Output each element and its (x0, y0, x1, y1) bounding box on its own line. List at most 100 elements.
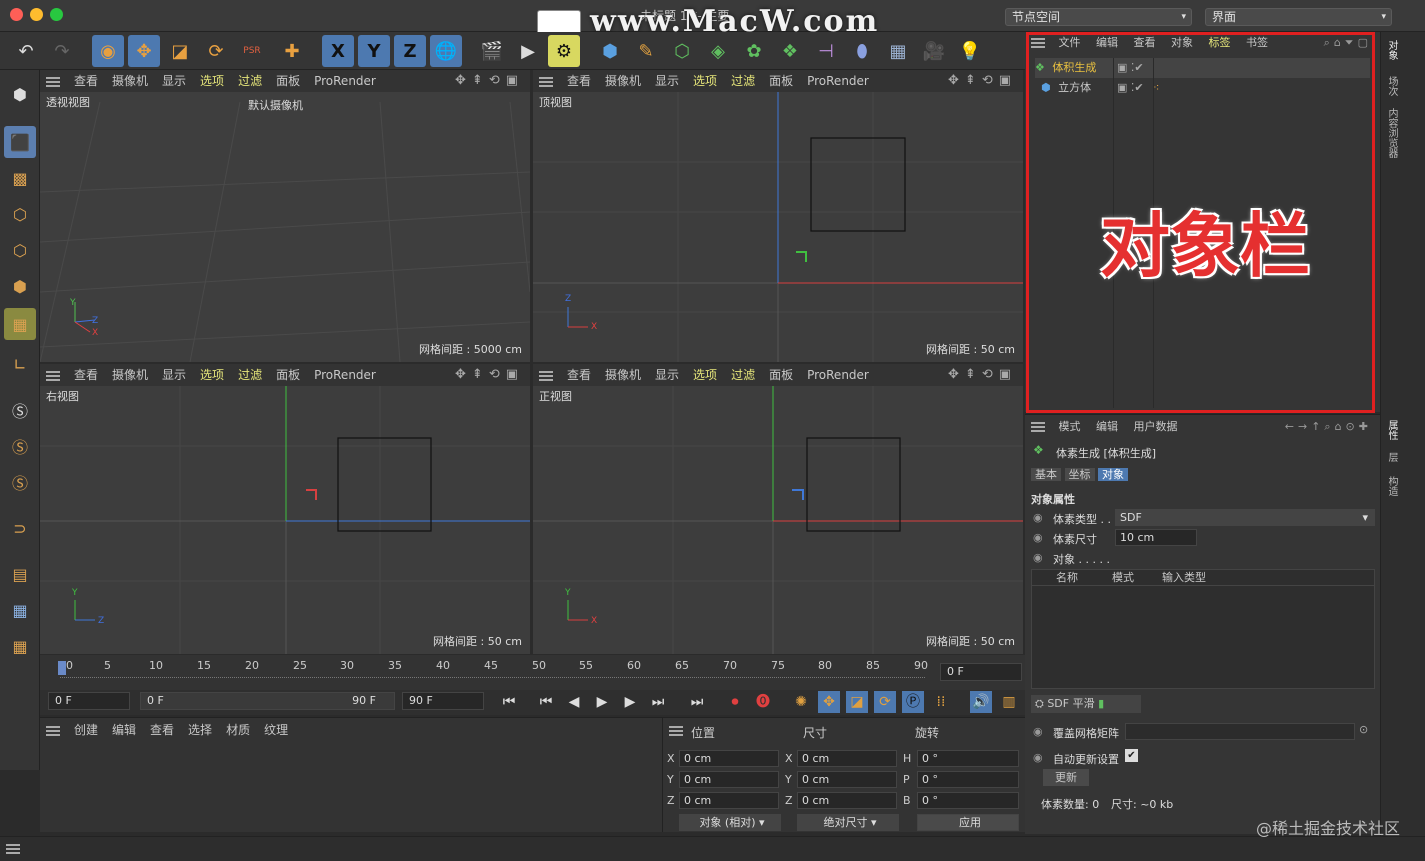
workplane-mode-button[interactable]: ▦ (4, 630, 36, 662)
move-tool-button[interactable]: ✥ (128, 35, 160, 67)
subdivision-button[interactable]: ⬡ (666, 35, 698, 67)
auto-update-checkbox[interactable]: ✔ (1125, 749, 1138, 762)
size-y-field[interactable]: 0 cm (797, 771, 897, 788)
redo-button[interactable]: ↷ (46, 35, 78, 67)
coordinate-mode-select[interactable]: 对象 (相对) ▾ (679, 814, 781, 831)
viewport-nav-icons[interactable]: ✥⇞⟲▣ (455, 367, 524, 382)
tab-structure-side[interactable]: 构造 (1384, 476, 1399, 496)
rotation-p-field[interactable]: 0 ° (917, 771, 1019, 788)
menu-view[interactable]: 查看 (567, 368, 591, 382)
camera-button[interactable]: 🎥 (918, 35, 950, 67)
menu-display[interactable]: 显示 (655, 74, 679, 88)
autokey-button[interactable]: ⓿ (752, 691, 774, 713)
play-button[interactable]: ▶ (591, 691, 613, 713)
sound-button[interactable]: 🔊 (970, 691, 992, 713)
goto-end-button[interactable]: ⏭ (686, 691, 708, 713)
next-key-button[interactable]: ⏭ (647, 691, 669, 713)
axis-mode-button[interactable]: ∟ (4, 348, 36, 380)
magnet-button[interactable]: ⊃ (4, 512, 36, 544)
menu-texture[interactable]: 纹理 (264, 723, 288, 737)
record-button[interactable]: ⏺ (724, 691, 746, 713)
coordinate-system-button[interactable]: 🌐 (430, 35, 462, 67)
make-editable-button[interactable]: ⬢ (4, 78, 36, 110)
viewport-nav-icons[interactable]: ✥⇞⟲▣ (948, 73, 1017, 88)
viewport-front[interactable]: 查看 摄像机 显示 选项 过滤 面板 ProRender ✥⇞⟲▣ 正视图 Y X 网格间距… (533, 364, 1023, 654)
objects-list[interactable]: 名称 模式 输入类型 (1031, 569, 1375, 689)
camera-label[interactable]: 默认摄像机 (248, 97, 303, 113)
menu-mode[interactable]: 模式 (1059, 420, 1081, 433)
tab-layers-side[interactable]: 层 (1384, 452, 1399, 462)
menu-edit[interactable]: 编辑 (112, 723, 136, 737)
pen-button[interactable]: ✎ (630, 35, 662, 67)
render-settings-button[interactable]: ⚙ (548, 35, 580, 67)
radio-icon[interactable]: ◉ (1033, 551, 1043, 564)
undo-button[interactable]: ↶ (10, 35, 42, 67)
menu-filter[interactable]: 过滤 (731, 368, 755, 382)
tab-basic[interactable]: 基本 (1031, 468, 1061, 481)
current-frame-field[interactable]: 0 F (940, 663, 1022, 681)
key-pla-button[interactable]: ⁞⁞ (930, 691, 952, 713)
menu-panel[interactable]: 面板 (769, 74, 793, 88)
menu-prorender[interactable]: ProRender (807, 368, 869, 382)
radio-icon[interactable]: ◉ (1033, 511, 1043, 524)
keyframe-selection-button[interactable]: ✺ (790, 691, 812, 713)
tab-coord[interactable]: 坐标 (1064, 468, 1095, 481)
menu-display[interactable]: 显示 (162, 74, 186, 88)
tab-object[interactable]: 对象 (1098, 468, 1128, 481)
viewport-nav-icons[interactable]: ✥⇞⟲▣ (455, 73, 524, 88)
menu-options[interactable]: 选项 (200, 74, 224, 88)
y-axis-button[interactable]: Y (358, 35, 390, 67)
edges-mode-button[interactable]: ⬡ (4, 234, 36, 266)
menu-options[interactable]: 选项 (200, 368, 224, 382)
prev-key-button[interactable]: ⏮ (535, 691, 557, 713)
deformer-button[interactable]: ⊣ (810, 35, 842, 67)
tab-takes-side[interactable]: 场次 (1384, 76, 1399, 96)
polygons-mode-button[interactable]: ⬢ (4, 270, 36, 302)
minimize-window-button[interactable] (30, 8, 43, 21)
radio-icon[interactable]: ◉ (1033, 751, 1043, 764)
viewport-nav-icons[interactable]: ✥⇞⟲▣ (948, 367, 1017, 382)
menu-prorender[interactable]: ProRender (314, 74, 376, 88)
menu-icon[interactable] (669, 726, 683, 736)
size-mode-select[interactable]: 绝对尺寸 ▾ (797, 814, 899, 831)
menu-material[interactable]: 材质 (226, 723, 250, 737)
viewport-perspective[interactable]: 查看 摄像机 显示 选项 过滤 面板 ProRender ✥⇞⟲▣ 透视视图 默认摄像机 Y… (40, 70, 530, 362)
menu-camera[interactable]: 摄像机 (605, 74, 641, 88)
key-scale-button[interactable]: ◪ (846, 691, 868, 713)
snap-button[interactable]: Ⓢ (4, 394, 36, 426)
menu-icon[interactable] (46, 725, 60, 736)
frame-range-slider[interactable]: 0 F 90 F (140, 692, 395, 710)
timeline-ruler[interactable]: 0 5 10 15 20 25 30 35 40 45 50 55 60 65 … (40, 655, 1025, 690)
floor-button[interactable]: ▦ (882, 35, 914, 67)
menu-user-data[interactable]: 用户数据 (1134, 420, 1178, 433)
viewport-right[interactable]: 查看 摄像机 显示 选项 过滤 面板 ProRender ✥⇞⟲▣ 右视图 Y Z 网格间距… (40, 364, 530, 654)
render-view-button[interactable]: 🎬 (476, 35, 508, 67)
key-position-button[interactable]: ✥ (818, 691, 840, 713)
tab-content-browser-side[interactable]: 内容浏览器 (1384, 108, 1399, 158)
menu-icon[interactable] (46, 370, 60, 381)
menu-panel[interactable]: 面板 (276, 368, 300, 382)
uv-mode-button[interactable]: ▦ (4, 308, 36, 340)
playhead[interactable] (58, 661, 66, 675)
layout-select[interactable]: 界面 ▾ (1205, 8, 1392, 26)
tab-attributes-side[interactable]: 属性 (1384, 420, 1399, 440)
film-button[interactable]: ▥ (998, 691, 1020, 713)
apply-button[interactable]: 应用 (917, 814, 1019, 831)
radio-icon[interactable]: ◉ (1033, 725, 1043, 738)
snap-settings-button[interactable]: Ⓢ (4, 430, 36, 462)
menu-panel[interactable]: 面板 (769, 368, 793, 382)
menu-view[interactable]: 查看 (150, 723, 174, 737)
voxel-type-select[interactable]: SDF ▾ (1115, 509, 1375, 526)
menu-view[interactable]: 查看 (74, 368, 98, 382)
select-tool-button[interactable]: ◉ (92, 35, 124, 67)
menu-icon[interactable] (46, 76, 60, 87)
psr-button[interactable]: PSR (236, 35, 268, 67)
position-z-field[interactable]: 0 cm (679, 792, 779, 809)
size-x-field[interactable]: 0 cm (797, 750, 897, 767)
menu-view[interactable]: 查看 (567, 74, 591, 88)
menu-icon[interactable] (539, 76, 553, 87)
menu-prorender[interactable]: ProRender (807, 74, 869, 88)
x-axis-button[interactable]: X (322, 35, 354, 67)
key-rotation-button[interactable]: ⟳ (874, 691, 896, 713)
position-y-field[interactable]: 0 cm (679, 771, 779, 788)
